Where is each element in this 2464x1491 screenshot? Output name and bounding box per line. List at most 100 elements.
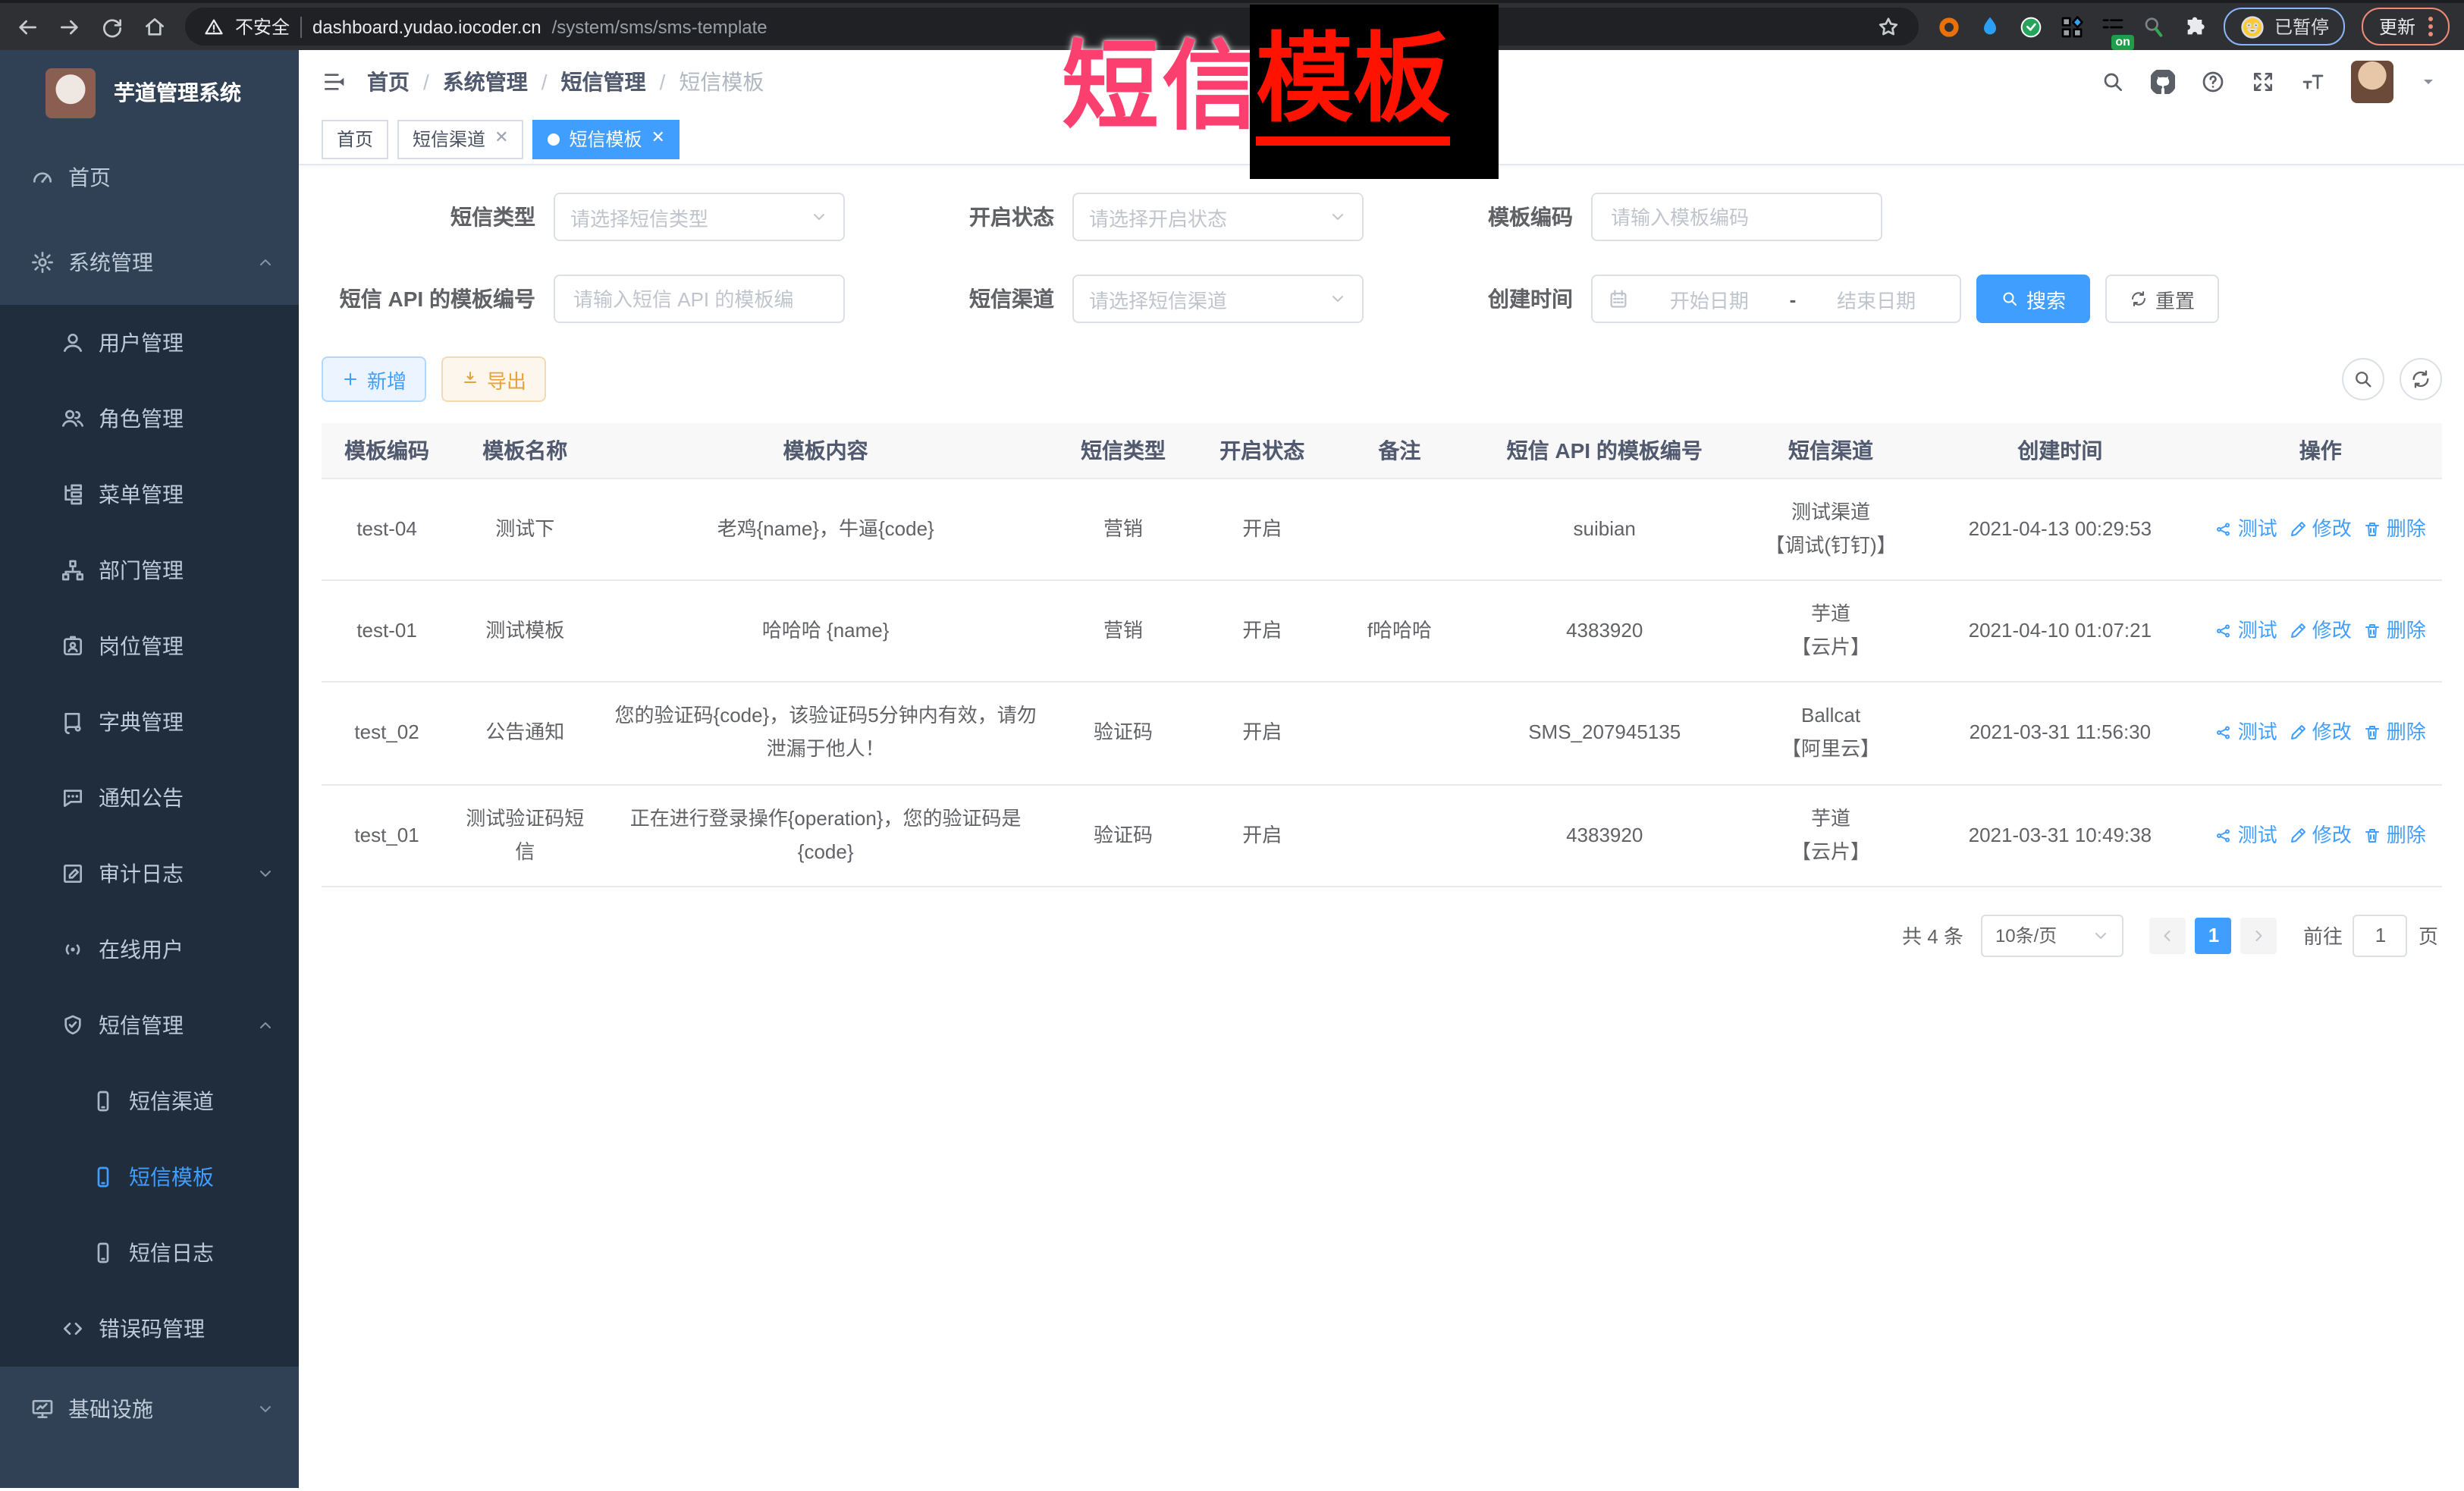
add-button[interactable]: 新增 [322, 356, 426, 402]
sidebar-item-post-management[interactable]: 岗位管理 [0, 608, 299, 684]
github-icon[interactable] [2150, 70, 2174, 94]
chevron-down-icon [1329, 290, 1347, 308]
refresh-table-button[interactable] [2399, 358, 2441, 400]
sidebar-item-menu-management[interactable]: 菜单管理 [0, 457, 299, 532]
table-row: test_02 公告通知 您的验证码{code}，该验证码5分钟内有效，请勿泄漏… [322, 683, 2441, 784]
template-code-input[interactable] [1608, 204, 1866, 230]
sidebar-item-sms-template[interactable]: 短信模板 [0, 1139, 299, 1215]
extensions-puzzle-icon[interactable] [2183, 14, 2208, 39]
delete-link[interactable]: 删除 [2364, 818, 2426, 852]
sidebar-item-role-management[interactable]: 角色管理 [0, 381, 299, 457]
avatar[interactable] [2350, 61, 2393, 103]
sidebar-item-user-management[interactable]: 用户管理 [0, 305, 299, 381]
breadcrumb-sms[interactable]: 短信管理 [561, 67, 646, 97]
close-icon[interactable]: ✕ [494, 130, 508, 147]
active-dot [548, 133, 560, 145]
sidebar-item-sms-channel[interactable]: 短信渠道 [0, 1063, 299, 1139]
tab-sms-template[interactable]: 短信模板 ✕ [533, 119, 680, 159]
sidebar-item-sms-log[interactable]: 短信日志 [0, 1215, 299, 1291]
fullscreen-icon[interactable] [2250, 70, 2274, 94]
tabs-bar: 首页 短信渠道 ✕ 短信模板 ✕ [299, 114, 2464, 165]
next-page-button[interactable] [2241, 918, 2277, 954]
open-status-select[interactable]: 请选择开启状态 [1072, 193, 1364, 241]
app-title: 芋道管理系统 [114, 77, 241, 108]
header-search-icon[interactable] [2100, 70, 2124, 94]
table-toolbar: 新增 导出 [322, 356, 2441, 402]
delete-link[interactable]: 删除 [2364, 717, 2426, 750]
font-size-icon[interactable] [2300, 70, 2324, 94]
back-icon[interactable] [15, 14, 39, 39]
phone-icon [91, 1089, 115, 1113]
profile-paused-badge[interactable]: 已暂停 [2224, 8, 2346, 46]
create-time-range-picker[interactable]: 开始日期 - 结束日期 [1591, 275, 1961, 323]
reset-button[interactable]: 重置 [2105, 275, 2219, 323]
sidebar-item-system-management[interactable]: 系统管理 [0, 220, 299, 305]
close-icon[interactable]: ✕ [651, 130, 665, 147]
forward-icon[interactable] [58, 14, 82, 39]
browser-menu-icon[interactable] [2428, 17, 2432, 36]
test-link[interactable]: 测试 [2215, 614, 2277, 648]
breadcrumb-system[interactable]: 系统管理 [443, 67, 528, 97]
edit-link[interactable]: 修改 [2290, 513, 2352, 546]
tab-sms-channel[interactable]: 短信渠道 ✕ [397, 119, 523, 159]
table-row: test-01 测试模板 哈哈哈 {name} 营销 开启 f哈哈哈 43839… [322, 580, 2441, 682]
extension-orange-ring-icon[interactable] [1938, 14, 1962, 39]
extension-blue-drop-icon[interactable] [1979, 14, 2003, 39]
help-icon[interactable] [2200, 70, 2224, 94]
extension-grid-icon[interactable] [2061, 14, 2085, 39]
current-page[interactable]: 1 [2196, 918, 2232, 954]
bookmark-star-icon[interactable] [1877, 14, 1901, 39]
sms-channel-select[interactable]: 请选择短信渠道 [1072, 275, 1364, 323]
extension-magnifier-icon[interactable] [2142, 14, 2167, 39]
browser-toolbar: 不安全 dashboard.yudao.iocoder.cn /system/s… [0, 0, 2464, 50]
reload-icon[interactable] [100, 14, 124, 39]
sms-type-select[interactable]: 请选择短信类型 [554, 193, 845, 241]
user-icon [61, 331, 85, 355]
shield-check-icon [61, 1013, 85, 1037]
col-template-name: 模板名称 [452, 423, 598, 479]
sidebar-item-error-code[interactable]: 错误码管理 [0, 1291, 299, 1367]
search-button[interactable]: 搜索 [1976, 275, 2090, 323]
sidebar-item-online-users[interactable]: 在线用户 [0, 912, 299, 987]
test-link[interactable]: 测试 [2215, 513, 2277, 546]
sidebar-item-notice[interactable]: 通知公告 [0, 760, 299, 836]
sidebar-fold-icon[interactable] [322, 70, 346, 94]
sidebar-item-dept-management[interactable]: 部门管理 [0, 532, 299, 608]
page-size-select[interactable]: 10条/页 [1982, 915, 2124, 957]
extension-list-on-icon[interactable]: on [2101, 14, 2126, 39]
home-icon[interactable] [143, 14, 167, 39]
edit-link[interactable]: 修改 [2290, 717, 2352, 750]
sidebar-item-audit-log[interactable]: 审计日志 [0, 836, 299, 912]
caret-down-icon[interactable] [2418, 73, 2437, 91]
col-sms-channel: 短信渠道 [1741, 423, 1920, 479]
sidebar-item-infrastructure[interactable]: 基础设施 [0, 1367, 299, 1452]
api-template-id-input[interactable] [570, 286, 828, 312]
sidebar-item-home[interactable]: 首页 [0, 135, 299, 220]
extension-green-circle-icon[interactable] [2020, 14, 2044, 39]
sidebar-item-dict-management[interactable]: 字典管理 [0, 684, 299, 760]
calendar-icon [1608, 288, 1629, 309]
sidebar-item-sms-management[interactable]: 短信管理 [0, 987, 299, 1063]
browser-update-button[interactable]: 更新 [2362, 8, 2449, 46]
test-link[interactable]: 测试 [2215, 818, 2277, 852]
delete-link[interactable]: 删除 [2364, 513, 2426, 546]
api-template-id-field [554, 275, 845, 323]
edit-link[interactable]: 修改 [2290, 614, 2352, 648]
export-button[interactable]: 导出 [441, 356, 546, 402]
delete-link[interactable]: 删除 [2364, 614, 2426, 648]
prev-page-button[interactable] [2150, 918, 2186, 954]
toggle-search-button[interactable] [2341, 358, 2384, 400]
tab-home[interactable]: 首页 [322, 119, 388, 159]
goto-page-input[interactable] [2353, 915, 2408, 957]
users-icon [61, 406, 85, 431]
tree-list-icon [61, 482, 85, 507]
app-logo[interactable]: 芋道管理系统 [0, 50, 299, 135]
dashboard-icon [30, 165, 55, 190]
breadcrumb-home[interactable]: 首页 [367, 67, 410, 97]
filter-row-1: 短信类型 请选择短信类型 开启状态 请选择开启状态 模板编码 [322, 193, 2441, 241]
edit-link[interactable]: 修改 [2290, 818, 2352, 852]
url-bar[interactable]: 不安全 dashboard.yudao.iocoder.cn /system/s… [185, 8, 1919, 46]
col-create-time: 创建时间 [1920, 423, 2199, 479]
test-link[interactable]: 测试 [2215, 717, 2277, 750]
search-icon [2001, 290, 2019, 308]
